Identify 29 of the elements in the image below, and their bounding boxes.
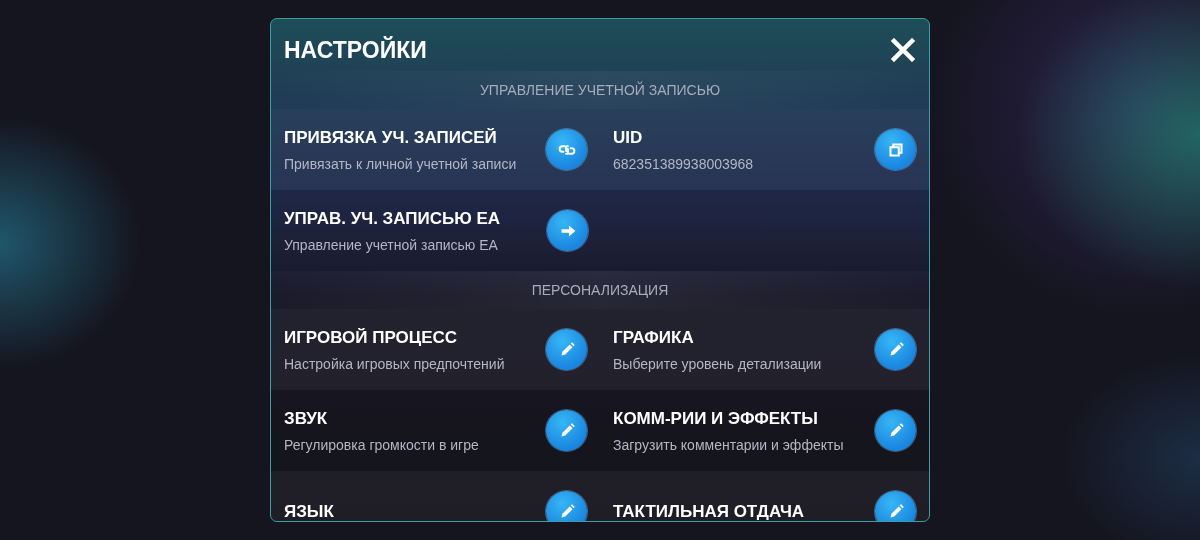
setting-description: Регулировка громкости в игре <box>284 436 479 453</box>
setting-description: Загрузить комментарии и эффекты <box>613 436 844 453</box>
setting-description: Выберите уровень детализации <box>613 355 822 372</box>
setting-description: Управление учетной записью EA <box>284 236 499 253</box>
edit-button[interactable] <box>875 491 916 521</box>
close-icon[interactable] <box>891 38 915 62</box>
setting-title: КОММ-РИИ И ЭФФЕКТЫ <box>613 408 819 429</box>
edit-button[interactable] <box>546 329 587 370</box>
setting-description: Привязать к личной учетной записи <box>284 155 517 172</box>
setting-title: УПРАВ. УЧ. ЗАПИСЬЮ EA <box>284 208 501 229</box>
section-heading: УПРАВЛЕНИЕ УЧЕТНОЙ ЗАПИСЬЮ <box>479 82 721 98</box>
edit-button[interactable] <box>875 329 916 370</box>
edit-button[interactable] <box>546 491 587 521</box>
setting-title: UID <box>613 127 644 148</box>
link-button[interactable] <box>546 129 587 170</box>
setting-title: ЯЗЫК <box>284 501 334 521</box>
edit-button[interactable] <box>875 410 916 451</box>
arrow-button[interactable] <box>547 210 588 251</box>
setting-title: ПРИВЯЗКА УЧ. ЗАПИСЕЙ <box>284 127 498 148</box>
setting-description: Настройка игровых предпочтений <box>284 355 505 372</box>
section-heading: ПЕРСОНАЛИЗАЦИЯ <box>531 282 669 298</box>
setting-title: ТАКТИЛЬНАЯ ОТДАЧА <box>613 501 805 521</box>
copy-button[interactable] <box>875 129 916 170</box>
edit-button[interactable] <box>546 410 587 451</box>
setting-title: ГРАФИКА <box>613 327 695 348</box>
setting-title: ЗВУК <box>284 408 329 429</box>
window-title: НАСТРОЙКИ <box>284 36 427 64</box>
setting-description: 682351389938003968 <box>613 155 754 172</box>
setting-title: ИГРОВОЙ ПРОЦЕСС <box>284 327 459 348</box>
